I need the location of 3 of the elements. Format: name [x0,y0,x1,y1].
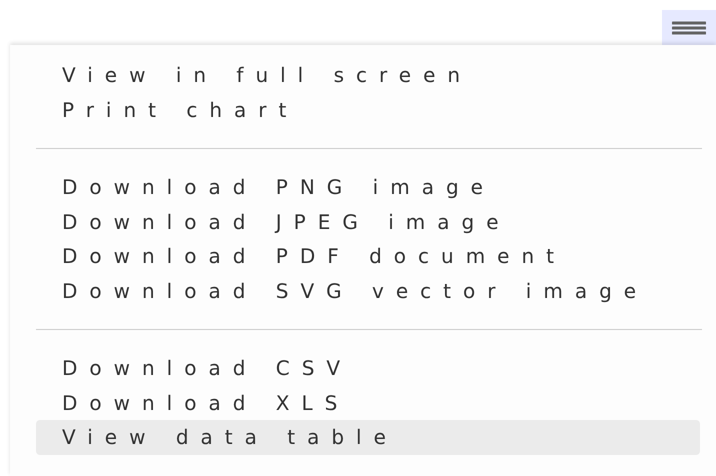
menu-button[interactable] [662,10,716,45]
menu-item[interactable]: View data table [36,420,700,454]
menu-icon [672,20,706,34]
